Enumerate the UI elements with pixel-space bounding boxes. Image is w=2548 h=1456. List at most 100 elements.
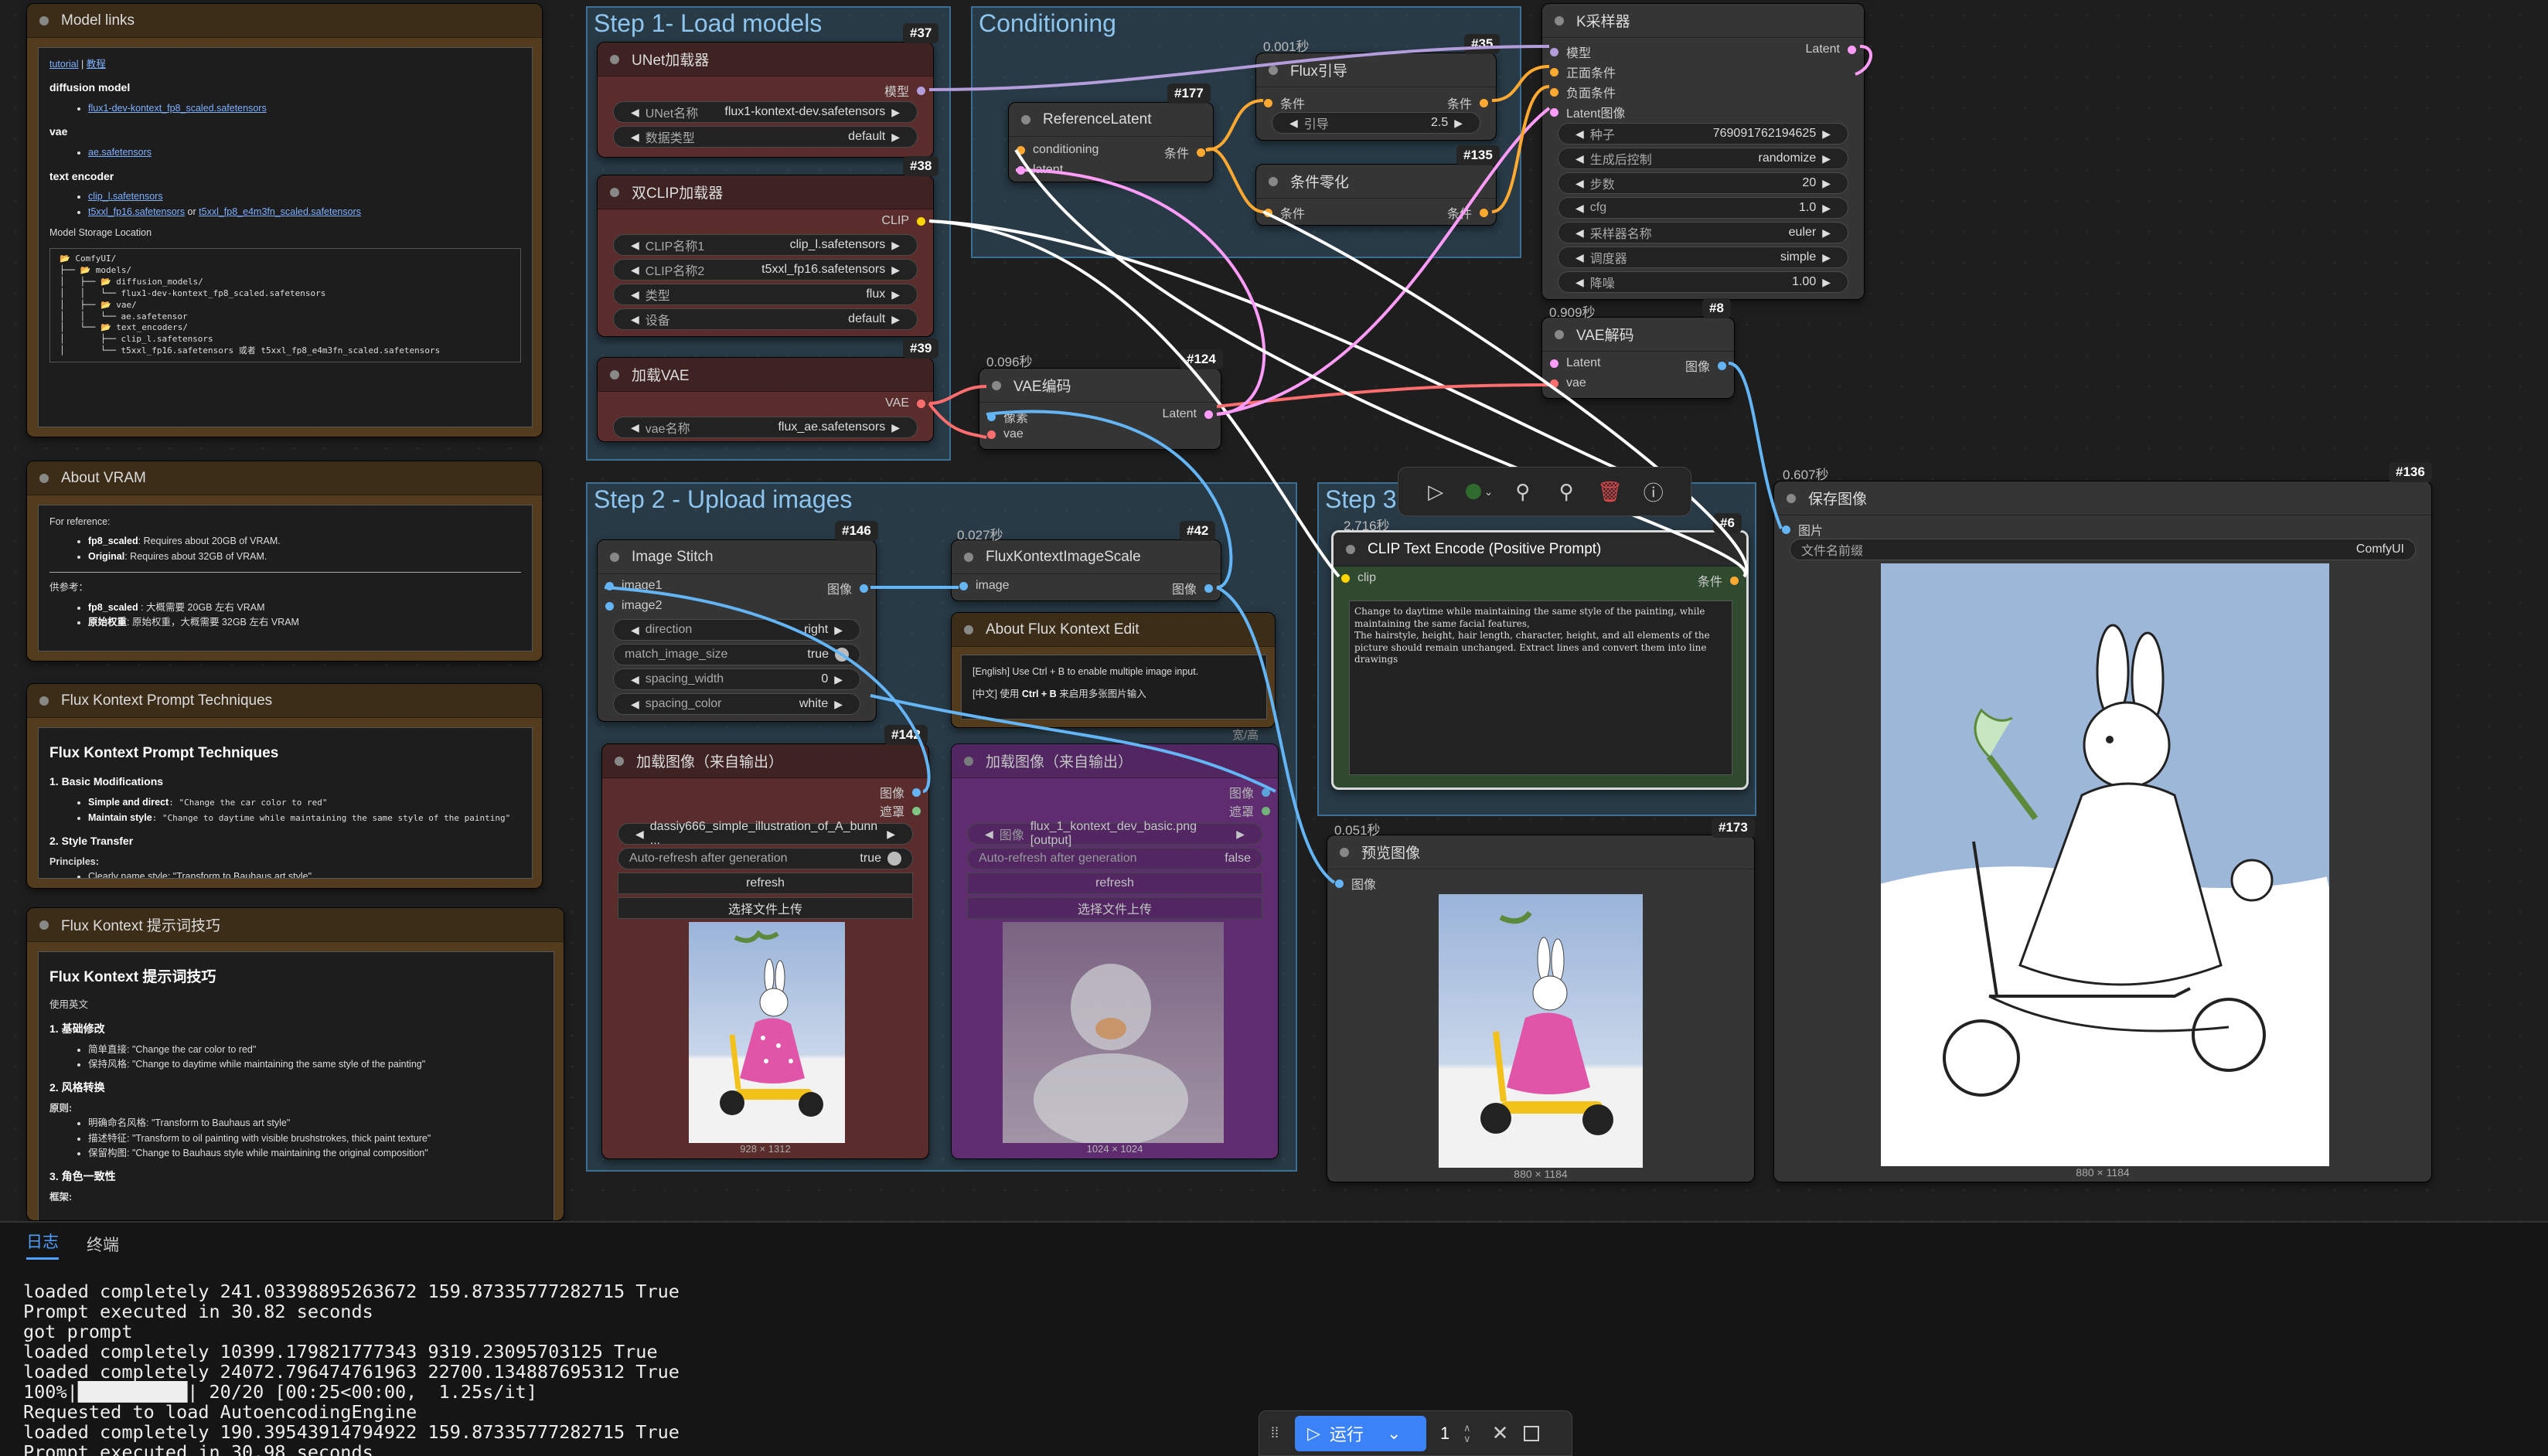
right-arrow-icon[interactable]: ▶ bbox=[891, 106, 900, 119]
input-dot[interactable] bbox=[1782, 525, 1790, 534]
collapse-dot[interactable] bbox=[964, 552, 973, 562]
reference-latent-node[interactable]: ReferenceLatent conditioning latent 条件 bbox=[1008, 102, 1214, 182]
unet-loader-node[interactable]: UNet加载器 模型 ◀ UNet名称 flux1-kontext-dev.safe… bbox=[597, 42, 934, 158]
input-dot[interactable] bbox=[1550, 47, 1558, 56]
left-arrow-icon[interactable]: ◀ bbox=[1575, 251, 1584, 264]
output-dot[interactable] bbox=[912, 788, 921, 797]
left-arrow-icon[interactable]: ◀ bbox=[1575, 152, 1584, 165]
output-image[interactable]: 图像 bbox=[1685, 356, 1734, 375]
input-positive[interactable]: 正面条件 bbox=[1542, 63, 1616, 81]
load-image-bypassed-node[interactable]: 加载图像（来自输出） 图像 遮罩 ◀ 图像 flux_1_kontext_dev_b… bbox=[951, 743, 1279, 1159]
collapse-dot[interactable] bbox=[1269, 176, 1278, 186]
conditioning-zero-node[interactable]: 条件零化 条件 条件 bbox=[1255, 164, 1497, 226]
output-image[interactable]: 图像 bbox=[1229, 783, 1278, 801]
input-dot[interactable] bbox=[1341, 573, 1350, 583]
collapse-dot[interactable] bbox=[39, 15, 49, 26]
left-arrow-icon[interactable]: ◀ bbox=[631, 131, 639, 144]
input-vae[interactable]: vae bbox=[979, 427, 1024, 441]
diffusion-link[interactable]: flux1-dev-kontext_fp8_scaled.safetensors bbox=[88, 103, 267, 114]
tab-logs[interactable]: 日志 bbox=[26, 1230, 59, 1260]
input-latent[interactable]: Latent图像 bbox=[1542, 103, 1626, 121]
input-dot[interactable] bbox=[959, 581, 968, 590]
collapse-dot[interactable] bbox=[1269, 65, 1278, 75]
collapse-dot[interactable] bbox=[610, 369, 619, 379]
image-file-widget[interactable]: ◀ 图像 flux_1_kontext_dev_basic.png [output]… bbox=[967, 820, 1262, 847]
input-dot[interactable] bbox=[1550, 379, 1558, 388]
output-latent[interactable]: Latent bbox=[1163, 407, 1221, 421]
vae-decode-node[interactable]: VAE解码 Latent vae 图像 bbox=[1541, 317, 1735, 399]
left-arrow-icon[interactable]: ◀ bbox=[631, 106, 639, 119]
output-vae[interactable]: VAE bbox=[885, 396, 933, 410]
output-image[interactable]: 图像 bbox=[827, 579, 876, 597]
collapse-dot[interactable] bbox=[1346, 544, 1355, 554]
right-arrow-icon[interactable]: ▶ bbox=[1822, 128, 1831, 141]
input-dot[interactable] bbox=[1550, 87, 1558, 97]
match-size-toggle[interactable]: match_image_size true bbox=[613, 644, 860, 665]
input-dot[interactable] bbox=[987, 430, 996, 439]
vae-encode-node[interactable]: VAE编码 像素 vae Latent bbox=[979, 368, 1221, 450]
upload-button[interactable]: 选择文件上传 bbox=[967, 897, 1262, 919]
right-arrow-icon[interactable]: ▶ bbox=[1822, 276, 1831, 289]
left-arrow-icon[interactable]: ◀ bbox=[1575, 226, 1584, 240]
collapse-dot[interactable] bbox=[615, 756, 624, 766]
clip-text-encode-node[interactable]: CLIP Text Encode (Positive Prompt) clip … bbox=[1331, 530, 1749, 790]
flux-kontext-image-scale-node[interactable]: FluxKontextImageScale image 图像 bbox=[951, 539, 1221, 601]
preview-image-node[interactable]: 预览图像 图像 880 × 1184 bbox=[1327, 835, 1755, 1182]
input-dot[interactable] bbox=[1550, 359, 1558, 368]
collapse-dot[interactable] bbox=[1787, 493, 1796, 503]
left-arrow-icon[interactable]: ◀ bbox=[635, 828, 644, 841]
load-image-node[interactable]: 加载图像（来自输出） 图像 遮罩 ◀ dassiy666_simple_illus… bbox=[601, 743, 929, 1159]
output-image[interactable]: 图像 bbox=[1172, 579, 1221, 597]
right-arrow-icon[interactable]: ▶ bbox=[891, 264, 900, 277]
input-dot[interactable] bbox=[1550, 107, 1558, 117]
input-dot[interactable] bbox=[1017, 145, 1025, 155]
output-mask[interactable]: 遮罩 bbox=[880, 801, 928, 820]
output-dot[interactable] bbox=[1480, 98, 1488, 107]
upload-button[interactable]: 选择文件上传 bbox=[618, 897, 913, 919]
input-latent[interactable]: latent bbox=[1009, 163, 1063, 177]
input-dot[interactable] bbox=[1017, 165, 1025, 175]
control-after-widget[interactable]: ◀ 生成后控制 randomize ▶ bbox=[1558, 148, 1848, 169]
dual-clip-loader-node[interactable]: 双CLIP加载器 CLIP ◀ CLIP名称1 clip_l.safetensors… bbox=[597, 175, 934, 337]
clip-name1-widget[interactable]: ◀ CLIP名称1 clip_l.safetensors ▶ bbox=[613, 234, 918, 256]
output-dot[interactable] bbox=[917, 86, 925, 95]
right-arrow-icon[interactable]: ▶ bbox=[834, 624, 843, 637]
delete-icon[interactable]: 🗑 bbox=[1594, 476, 1625, 507]
cancel-icon[interactable]: ✕ bbox=[1485, 1418, 1516, 1449]
input-pixels[interactable]: 像素 bbox=[979, 407, 1028, 426]
auto-refresh-toggle[interactable]: Auto-refresh after generation true bbox=[618, 848, 913, 869]
run-button[interactable]: ▷ 运行 ⌄ bbox=[1295, 1415, 1426, 1451]
cfg-widget[interactable]: ◀ cfg 1.0 ▶ bbox=[1558, 197, 1848, 219]
collapse-dot[interactable] bbox=[610, 187, 619, 197]
input-images[interactable]: 图像 bbox=[1327, 874, 1376, 893]
stepper-icon[interactable]: ∧ ∨ bbox=[1463, 1422, 1471, 1444]
right-arrow-icon[interactable]: ▶ bbox=[1454, 117, 1463, 130]
about-flux-kontext-node[interactable]: About Flux Kontext Edit [English] Use Ct… bbox=[951, 612, 1276, 728]
output-dot[interactable] bbox=[1480, 208, 1488, 217]
right-arrow-icon[interactable]: ▶ bbox=[1822, 202, 1831, 215]
t5-link[interactable]: t5xxl_fp16.safetensors bbox=[88, 206, 185, 217]
output-conditioning[interactable]: 条件 bbox=[1447, 94, 1496, 112]
tab-terminal[interactable]: 终端 bbox=[87, 1233, 119, 1256]
input-image[interactable]: image bbox=[952, 579, 1010, 593]
clip-device-widget[interactable]: ◀ 设备 default ▶ bbox=[613, 308, 918, 330]
steps-widget[interactable]: ◀ 步数 20 ▶ bbox=[1558, 172, 1848, 194]
input-vae[interactable]: vae bbox=[1542, 376, 1586, 390]
stop-icon[interactable] bbox=[1516, 1418, 1547, 1449]
tutorial-link[interactable]: tutorial bbox=[49, 59, 79, 70]
spacing-color-widget[interactable]: ◀ spacing_color white ▶ bbox=[613, 693, 860, 715]
clip-name2-widget[interactable]: ◀ CLIP名称2 t5xxl_fp16.safetensors ▶ bbox=[613, 259, 918, 281]
right-arrow-icon[interactable]: ▶ bbox=[891, 131, 900, 144]
input-image1[interactable]: image1 bbox=[598, 579, 662, 593]
output-dot[interactable] bbox=[1197, 148, 1205, 157]
collapse-dot[interactable] bbox=[1555, 15, 1564, 26]
scheduler-widget[interactable]: ◀ 调度器 simple ▶ bbox=[1558, 247, 1848, 268]
left-arrow-icon[interactable]: ◀ bbox=[1575, 202, 1584, 215]
output-dot[interactable] bbox=[912, 806, 921, 815]
right-arrow-icon[interactable]: ▶ bbox=[834, 698, 843, 711]
t5-fp8-link[interactable]: t5xxl_fp8_e4m3fn_scaled.safetensors bbox=[199, 206, 361, 217]
help-icon[interactable]: ⓘ bbox=[1638, 476, 1669, 507]
guidance-widget[interactable]: ◀ 引导 2.5 ▶ bbox=[1272, 112, 1480, 134]
ksampler-node[interactable]: K采样器 模型 正面条件 负面条件 Latent图像 Latent ◀ 种子 769… bbox=[1541, 3, 1865, 300]
collapse-dot[interactable] bbox=[610, 54, 619, 64]
